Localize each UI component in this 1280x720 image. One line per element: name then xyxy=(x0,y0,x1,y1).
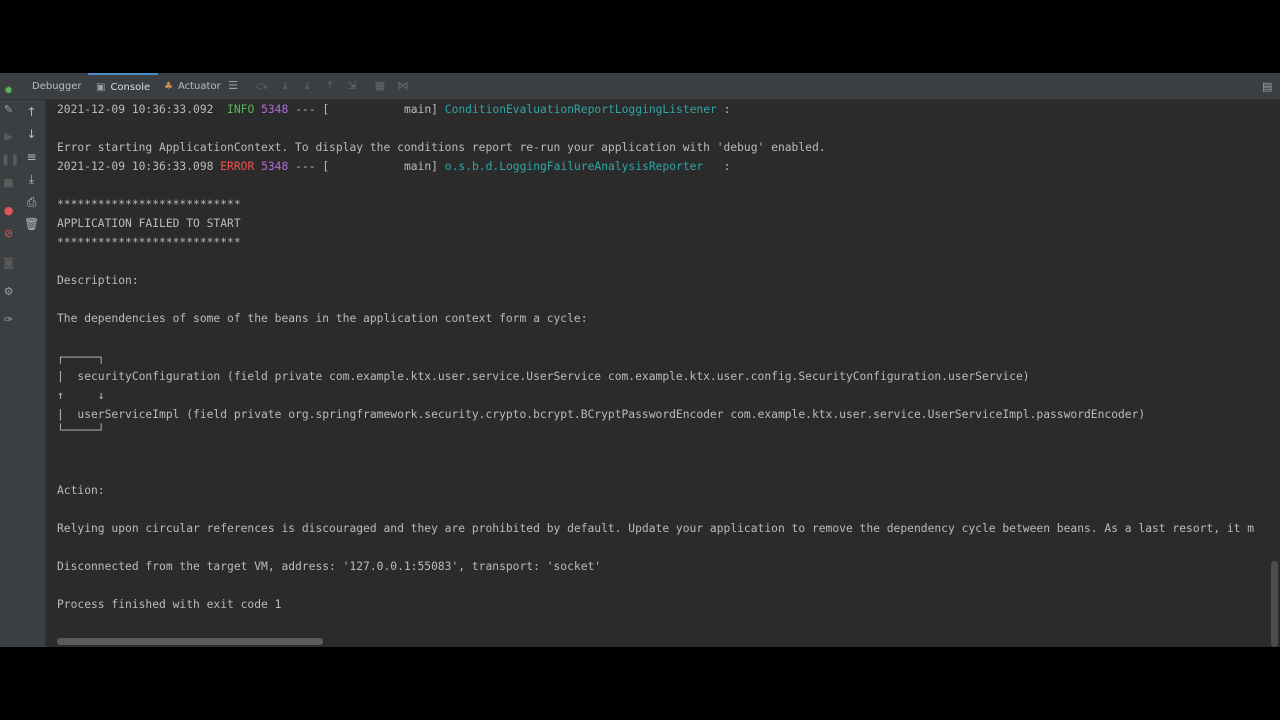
console-output[interactable]: 2021-12-09 10:36:33.092 INFO 5348 --- [ … xyxy=(47,100,1269,647)
wrench-icon[interactable]: ✎ xyxy=(1,102,16,117)
pid: 5348 xyxy=(261,103,289,116)
bug-icon[interactable]: ✹ xyxy=(1,83,16,98)
vertical-scrollbar[interactable] xyxy=(1269,100,1280,647)
log-line-error: 2021-12-09 10:36:33.098 ERROR 5348 --- [… xyxy=(57,157,730,176)
step-out-icon[interactable]: ⤒ xyxy=(323,79,337,93)
pause-icon[interactable]: ❚❚ xyxy=(1,152,19,167)
menu-icon[interactable]: ☰ xyxy=(226,79,240,93)
tab-console[interactable]: ▣ Console xyxy=(88,73,159,100)
up-arrow-icon[interactable]: ↑ xyxy=(24,105,39,120)
error-context-line: Error starting ApplicationContext. To di… xyxy=(57,141,826,154)
soft-wrap-icon[interactable]: ≡ xyxy=(24,150,39,165)
cycle-entry-1: | securityConfiguration (field private c… xyxy=(57,370,1030,383)
tab-actuator-label: Actuator xyxy=(177,81,221,92)
thread: main] xyxy=(403,103,438,116)
run-tool-window: Debugger ▣ Console ♣ Actuator ☰ ⤼ ⤓ ⤓ ⤒ … xyxy=(0,73,1280,647)
console-icon: ▣ xyxy=(96,82,106,93)
debug-actions-bar: ✹ ✎ ▶ ❚❚ ■ ● ⊘ ◙ ⚙ ✑ xyxy=(0,84,19,647)
actuator-icon: ♣ xyxy=(164,81,173,92)
exit-line: Process finished with exit code 1 xyxy=(57,598,282,611)
trash-icon[interactable]: 🗑 xyxy=(24,217,39,232)
camera-icon[interactable]: ◙ xyxy=(1,255,16,270)
cycle-box-top: ┌─────┐ xyxy=(57,351,105,364)
failed-heading: APPLICATION FAILED TO START xyxy=(57,217,241,230)
cycle-box-bottom: └─────┘ xyxy=(57,424,105,437)
stars-line: *************************** xyxy=(57,236,241,249)
cycle-entry-2: | userServiceImpl (field private org.spr… xyxy=(57,408,1146,421)
description-label: Description: xyxy=(57,274,139,287)
settings-icon[interactable]: ⚙ xyxy=(1,284,16,299)
pin-icon[interactable]: ✑ xyxy=(1,312,16,327)
view-breakpoints-icon[interactable]: ● xyxy=(1,203,16,218)
print-icon[interactable]: ⎙ xyxy=(24,195,39,210)
tab-actuator[interactable]: ♣ Actuator xyxy=(164,73,221,100)
down-arrow-icon[interactable]: ↓ xyxy=(24,127,39,142)
stars-line: *************************** xyxy=(57,198,241,211)
logger-name[interactable]: o.s.b.d.LoggingFailureAnalysisReporter xyxy=(445,160,703,173)
mute-breakpoints-icon[interactable]: ⊘ xyxy=(1,226,16,241)
disconnected-line: Disconnected from the target VM, address… xyxy=(57,560,602,573)
separator: --- [ xyxy=(295,103,330,116)
pid: 5348 xyxy=(261,160,289,173)
thread: main] xyxy=(403,160,438,173)
force-step-into-icon[interactable]: ⤓ xyxy=(300,79,314,93)
run-to-cursor-icon[interactable]: ⇲ xyxy=(345,79,359,93)
timestamp: 2021-12-09 10:36:33.092 xyxy=(57,103,214,116)
step-over-icon[interactable]: ⤼ xyxy=(255,79,269,93)
action-text: Relying upon circular references is disc… xyxy=(57,522,1255,535)
horizontal-scroll-thumb[interactable] xyxy=(57,638,323,645)
timestamp: 2021-12-09 10:36:33.098 xyxy=(57,160,214,173)
trace-icon[interactable]: ⋈ xyxy=(396,79,410,93)
resume-icon[interactable]: ▶ xyxy=(1,129,16,144)
cycle-arrows: ↑ ↓ xyxy=(57,389,105,402)
logger-name[interactable]: ConditionEvaluationReportLoggingListener xyxy=(445,103,717,116)
log-level: INFO xyxy=(227,103,255,116)
stop-icon[interactable]: ■ xyxy=(1,175,16,190)
action-label: Action: xyxy=(57,484,105,497)
vertical-scroll-thumb[interactable] xyxy=(1271,561,1278,647)
console-toolbar: ↑ ↓ ≡ ⤓ ⎙ 🗑 xyxy=(17,100,46,647)
layout-icon[interactable]: ▤ xyxy=(1262,80,1272,93)
log-line-info: 2021-12-09 10:36:33.092 INFO 5348 --- [ … xyxy=(57,100,730,119)
description-text: The dependencies of some of the beans in… xyxy=(57,312,588,325)
colon: : xyxy=(723,160,731,173)
tab-debugger-label: Debugger xyxy=(32,81,82,92)
log-level: ERROR xyxy=(220,160,255,173)
evaluate-icon[interactable]: ▦ xyxy=(373,79,387,93)
separator: --- [ xyxy=(295,160,330,173)
scroll-to-end-icon[interactable]: ⤓ xyxy=(24,172,39,187)
tab-console-label: Console xyxy=(110,82,151,93)
tool-window-tabbar: Debugger ▣ Console ♣ Actuator ☰ ⤼ ⤓ ⤓ ⤒ … xyxy=(0,73,1280,100)
tab-debugger[interactable]: Debugger xyxy=(32,73,82,100)
step-into-icon[interactable]: ⤓ xyxy=(278,79,292,93)
colon: : xyxy=(723,103,731,116)
